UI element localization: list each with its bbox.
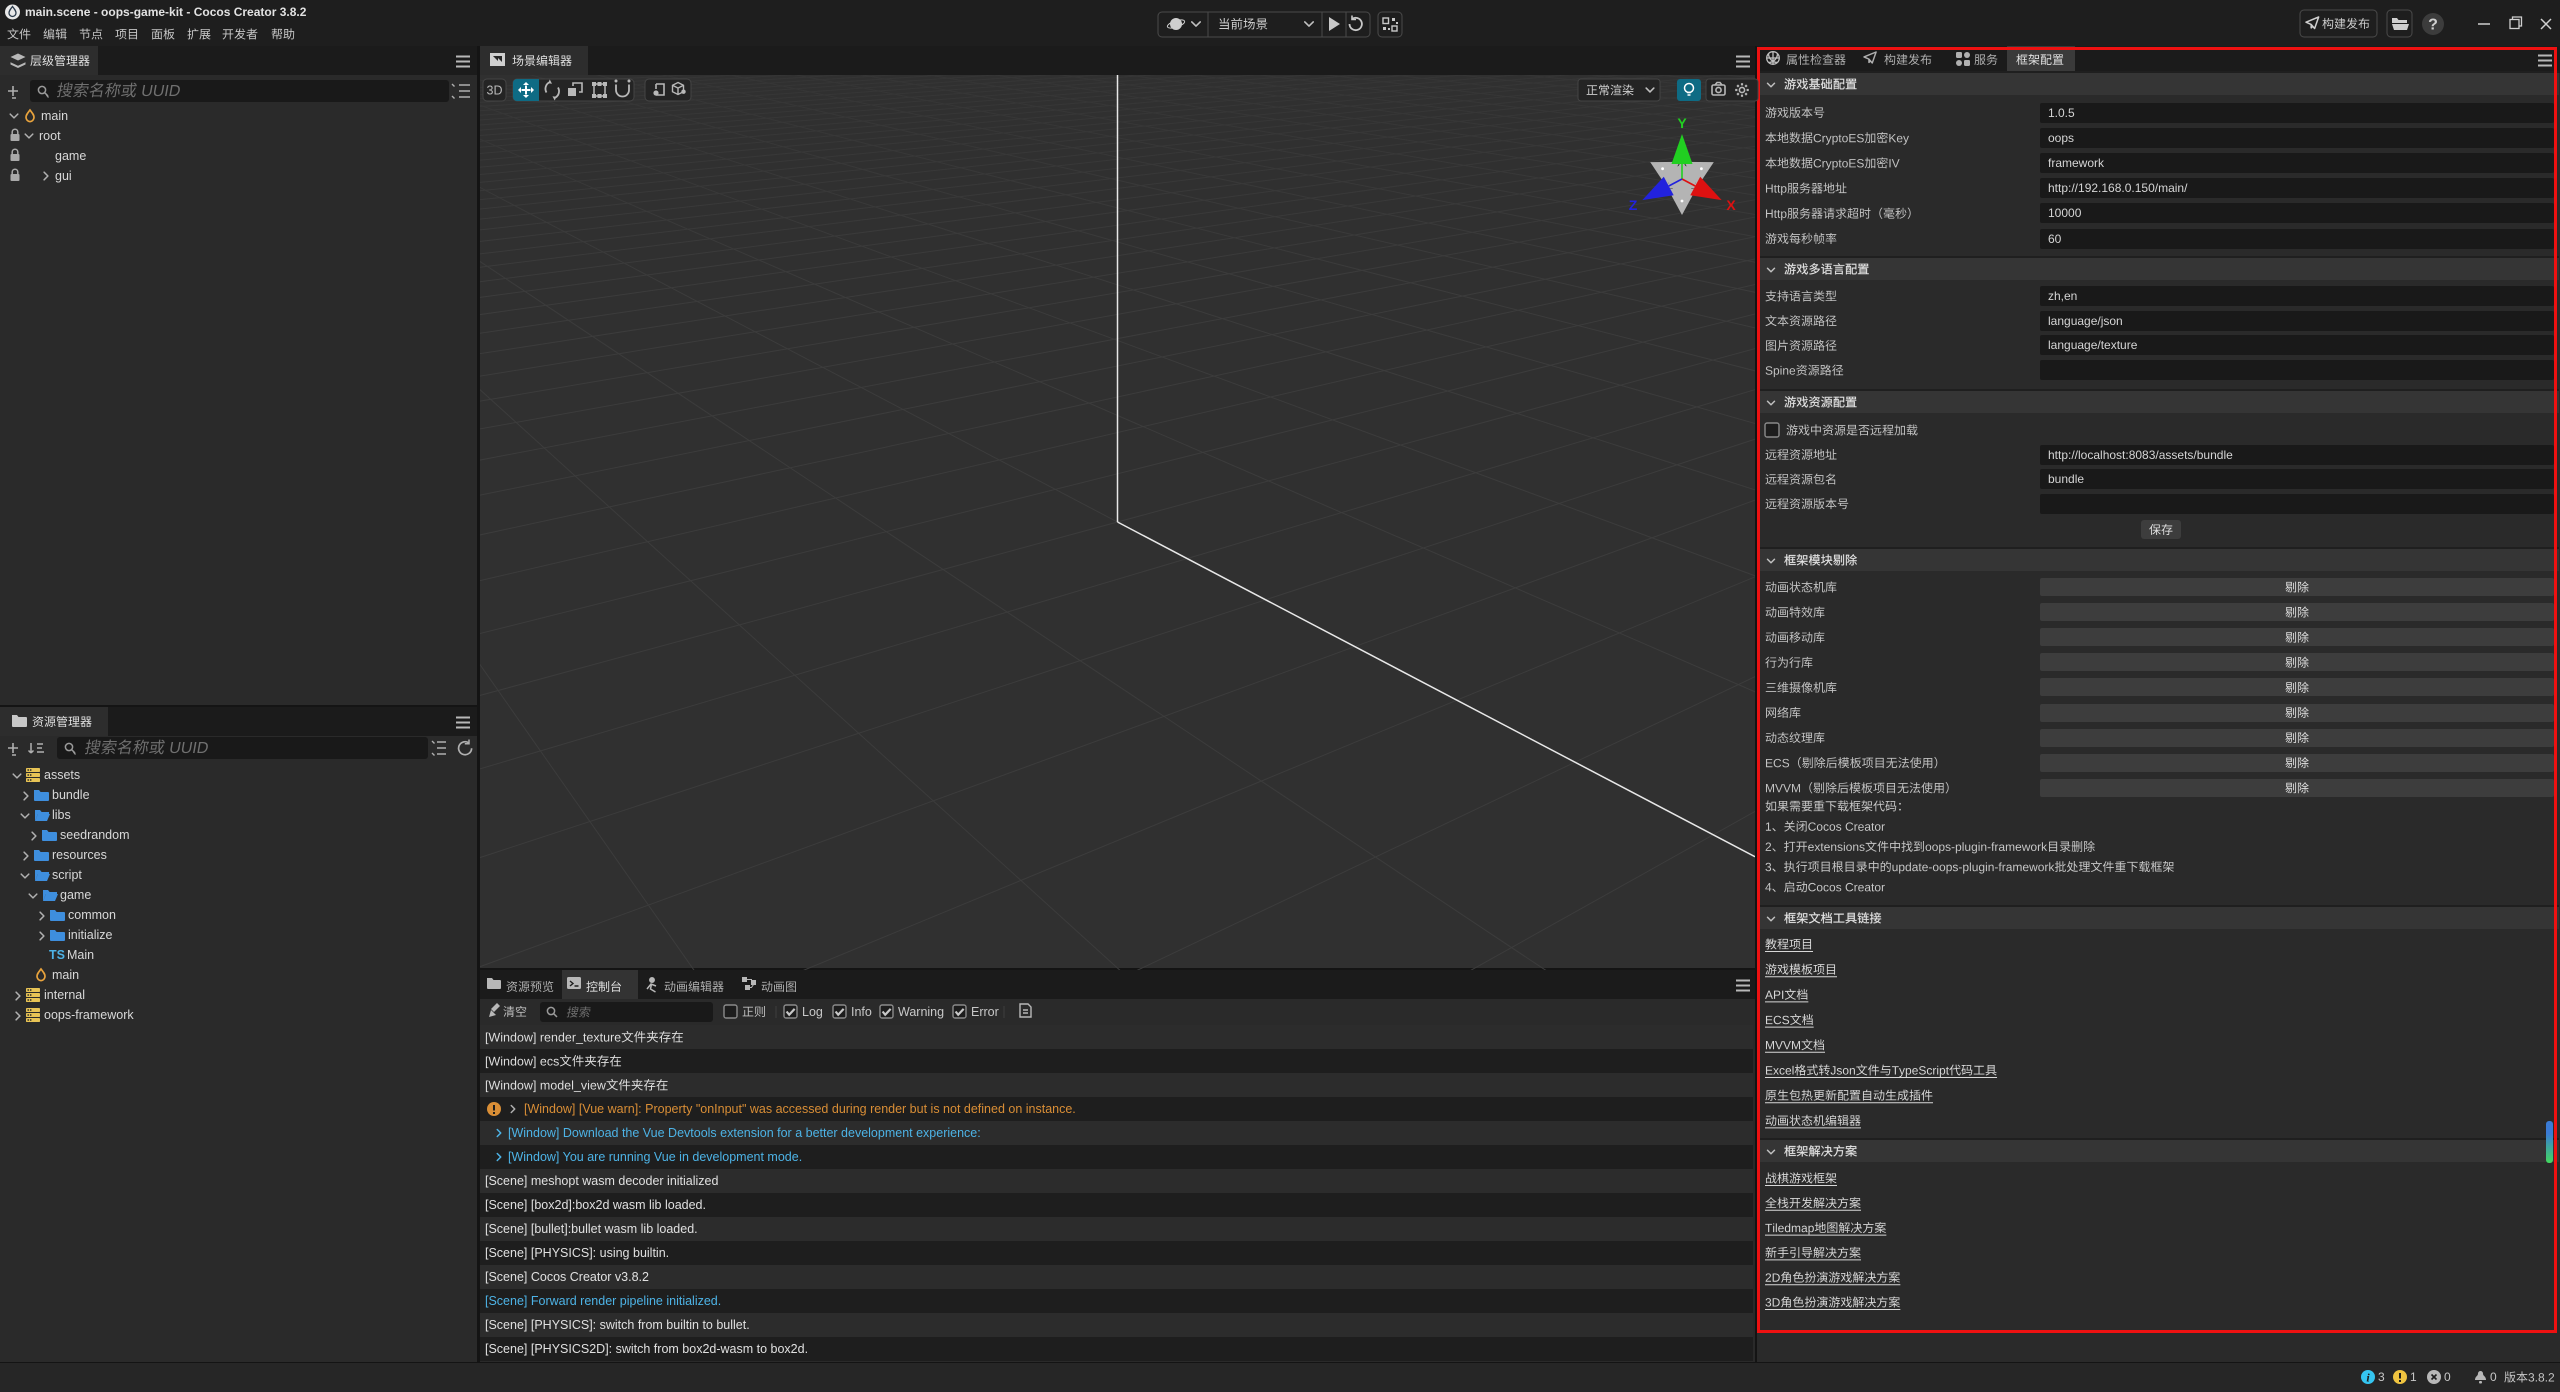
svg-text:Y: Y [1677, 115, 1687, 131]
svg-text:Z: Z [1629, 197, 1638, 213]
svg-text:X: X [1726, 197, 1736, 213]
